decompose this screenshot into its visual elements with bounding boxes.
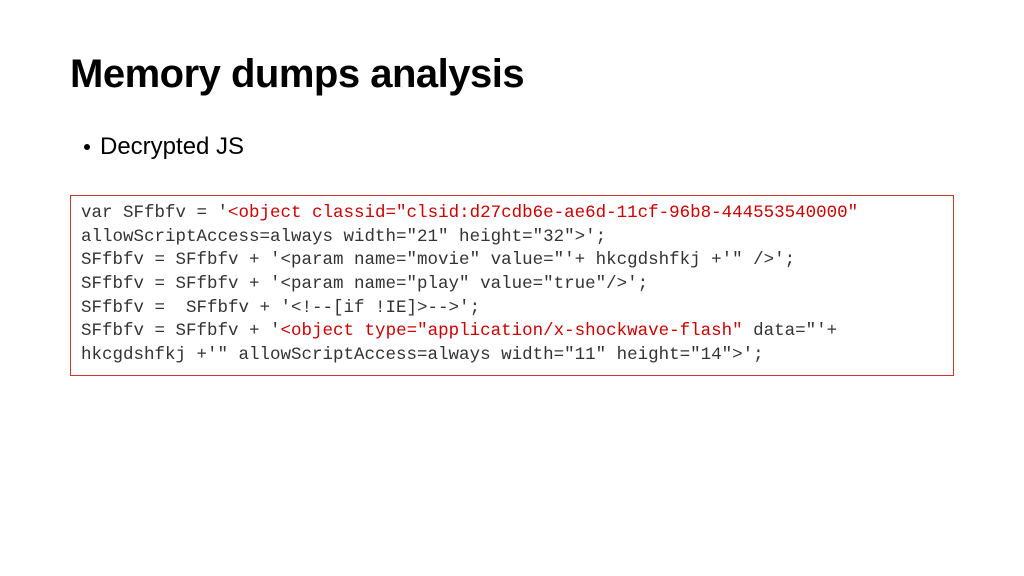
code-text: SFfbfv = SFfbfv + ': [81, 321, 281, 341]
bullet-item: Decrypted JS: [84, 133, 954, 161]
code-highlight: <object type="application/x-shockwave-fl…: [281, 321, 743, 341]
code-text: var SFfbfv = ': [81, 203, 228, 223]
code-text: SFfbfv = SFfbfv + '<param name="movie" v…: [81, 250, 795, 270]
code-block: var SFfbfv = '<object classid="clsid:d27…: [70, 195, 954, 376]
bullet-text: Decrypted JS: [100, 133, 244, 161]
slide-title: Memory dumps analysis: [70, 52, 954, 97]
code-text: allowScriptAccess=always width="21" heig…: [81, 227, 606, 247]
code-text: hkcgdshfkj +'" allowScriptAccess=always …: [81, 345, 764, 365]
code-text: SFfbfv = SFfbfv + '<param name="play" va…: [81, 274, 648, 294]
slide: Memory dumps analysis Decrypted JS var S…: [0, 0, 1024, 416]
code-text: data="'+: [743, 321, 838, 341]
code-text: SFfbfv = SFfbfv + '<!--[if !IE]>-->';: [81, 298, 480, 318]
bullet-dot-icon: [84, 144, 90, 150]
code-highlight: <object classid="clsid:d27cdb6e-ae6d-11c…: [228, 203, 858, 223]
